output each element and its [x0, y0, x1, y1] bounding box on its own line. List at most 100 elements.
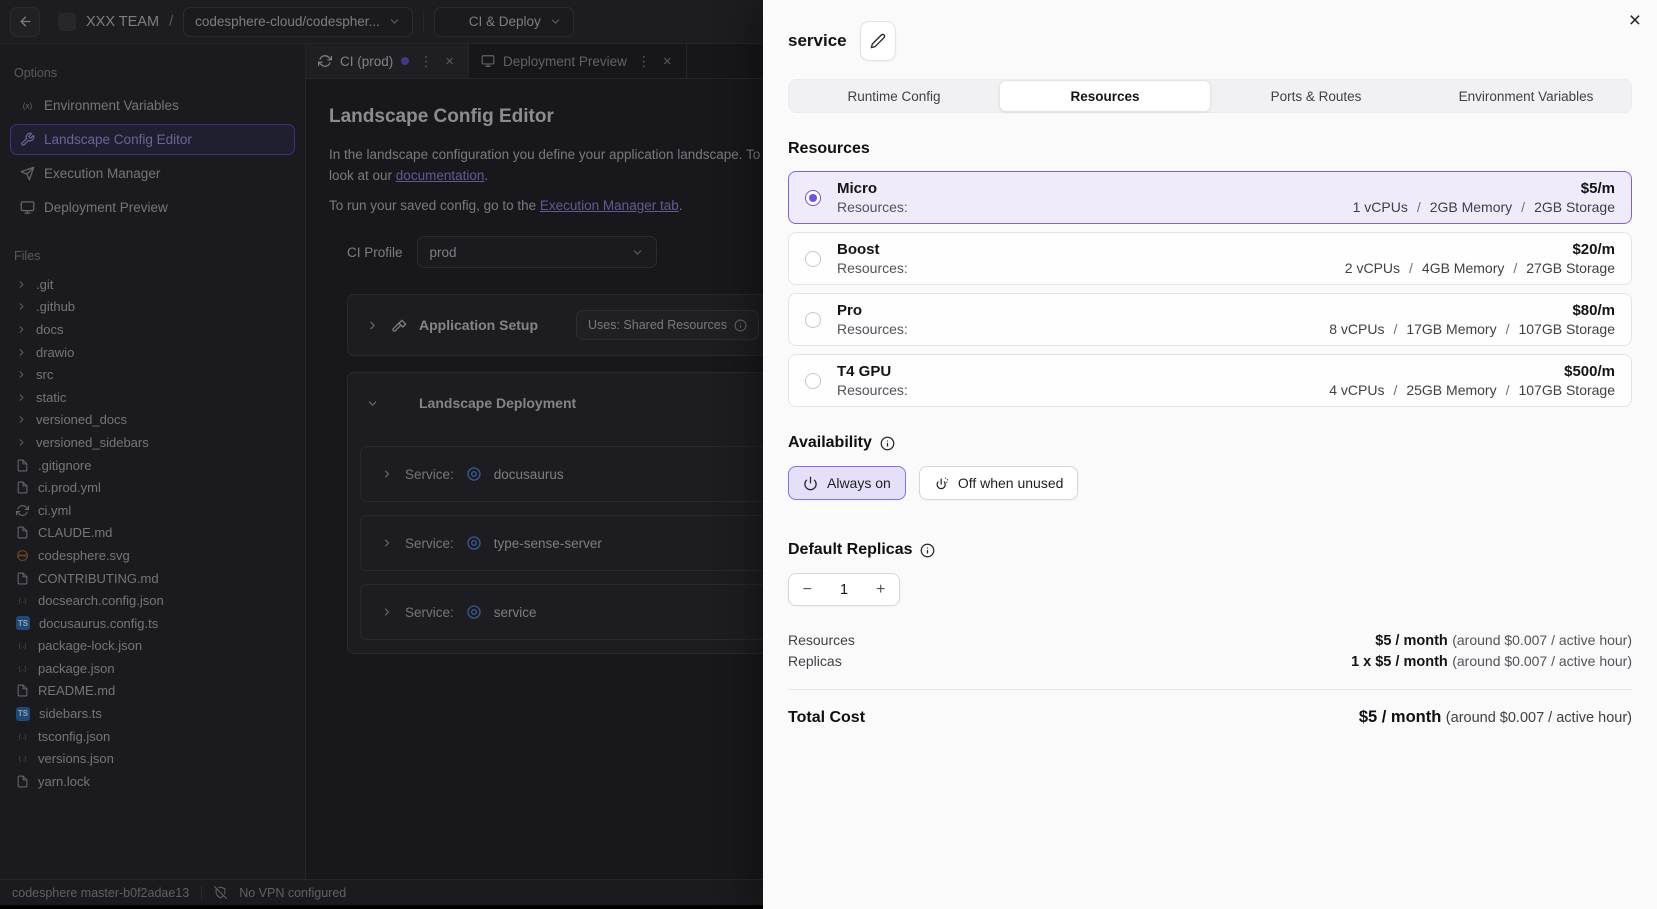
- plan-specs: 1 vCPUs/2GB Memory/2GB Storage: [1353, 199, 1615, 215]
- cost-divider: [788, 689, 1632, 690]
- plan-spec: 4 vCPUs: [1329, 382, 1384, 398]
- cost-row-label: Resources: [788, 630, 855, 650]
- availability-button-label: Always on: [827, 475, 891, 491]
- plan-info: T4 GPU Resources:: [837, 363, 908, 398]
- plan-option-pro[interactable]: ProResources:$80/m8 vCPUs/17GB Memory/10…: [788, 293, 1632, 346]
- availability-button-label: Off when unused: [958, 475, 1064, 491]
- spec-separator: /: [1408, 199, 1430, 215]
- plan-price: $500/m: [1329, 363, 1615, 380]
- close-icon: ×: [1629, 9, 1641, 32]
- pencil-icon: [870, 33, 886, 49]
- plan-specs: 2 vCPUs/4GB Memory/27GB Storage: [1345, 260, 1615, 276]
- replicas-value: 1: [826, 582, 863, 598]
- edit-name-button[interactable]: [860, 21, 896, 61]
- plan-resources-label: Resources:: [837, 321, 908, 337]
- radio-icon[interactable]: [805, 312, 821, 328]
- cost-breakdown: Resources $5 / month (around $0.007 / act…: [788, 630, 1632, 672]
- info-icon[interactable]: [920, 543, 935, 558]
- plan-name: Boost: [837, 241, 908, 258]
- plan-price: $80/m: [1329, 302, 1615, 319]
- plan-resources-label: Resources:: [837, 260, 908, 276]
- cost-row-amount: 1 x $5 / month: [1351, 654, 1448, 670]
- tab-runtime-config[interactable]: Runtime Config: [789, 80, 999, 112]
- cost-row-resources: Resources $5 / month (around $0.007 / act…: [788, 630, 1632, 651]
- total-cost-label: Total Cost: [788, 709, 865, 727]
- plan-price: $20/m: [1345, 241, 1615, 258]
- service-settings-panel: × service Runtime ConfigResourcesPorts &…: [763, 0, 1657, 909]
- replicas-heading: Default Replicas: [788, 541, 1632, 559]
- plan-option-micro[interactable]: MicroResources:$5/m1 vCPUs/2GB Memory/2G…: [788, 171, 1632, 224]
- plan-specs: 4 vCPUs/25GB Memory/107GB Storage: [1329, 382, 1615, 398]
- cost-row-value: $5 / month (around $0.007 / active hour): [1375, 630, 1632, 651]
- tab-resources[interactable]: Resources: [999, 80, 1211, 112]
- availability-heading: Availability: [788, 434, 1632, 452]
- plan-info: Micro Resources:: [837, 180, 908, 215]
- plan-info: Boost Resources:: [837, 241, 908, 276]
- radio-icon[interactable]: [805, 373, 821, 389]
- power-sleep-icon: [934, 476, 949, 491]
- availability-always-on-button[interactable]: Always on: [788, 466, 906, 500]
- service-title-row: service: [788, 0, 1632, 61]
- total-cost-value: $5 / month (around $0.007 / active hour): [1359, 708, 1632, 727]
- service-title: service: [788, 31, 847, 51]
- availability-options: Always on Off when unused: [788, 466, 1632, 500]
- plan-spec: 107GB Storage: [1518, 321, 1615, 337]
- plan-option-t4-gpu[interactable]: T4 GPUResources:$500/m4 vCPUs/25GB Memor…: [788, 354, 1632, 407]
- cost-row-value: 1 x $5 / month (around $0.007 / active h…: [1351, 651, 1632, 672]
- plan-resources-label: Resources:: [837, 199, 908, 215]
- plan-spec: 4GB Memory: [1422, 260, 1504, 276]
- settings-tab-bar: Runtime ConfigResourcesPorts & RoutesEnv…: [788, 79, 1632, 113]
- spec-separator: /: [1400, 260, 1422, 276]
- plan-resources-label: Resources:: [837, 382, 908, 398]
- plan-pricing: $500/m4 vCPUs/25GB Memory/107GB Storage: [1329, 363, 1615, 398]
- plan-option-boost[interactable]: BoostResources:$20/m2 vCPUs/4GB Memory/2…: [788, 232, 1632, 285]
- spec-separator: /: [1497, 382, 1519, 398]
- cost-row-label: Replicas: [788, 651, 842, 671]
- plan-name: Micro: [837, 180, 908, 197]
- total-cost-amount: $5 / month: [1359, 708, 1442, 726]
- spec-separator: /: [1504, 260, 1526, 276]
- spec-separator: /: [1384, 382, 1406, 398]
- radio-icon[interactable]: [805, 190, 821, 206]
- cost-row-replicas: Replicas 1 x $5 / month (around $0.007 / …: [788, 651, 1632, 672]
- cost-row-note: (around $0.007 / active hour): [1452, 632, 1632, 648]
- plan-name: Pro: [837, 302, 908, 319]
- plan-spec: 8 vCPUs: [1329, 321, 1384, 337]
- plan-spec: 2GB Memory: [1430, 199, 1512, 215]
- resources-heading: Resources: [788, 140, 1632, 158]
- plan-specs: 8 vCPUs/17GB Memory/107GB Storage: [1329, 321, 1615, 337]
- info-icon[interactable]: [880, 436, 895, 451]
- tab-ports-routes[interactable]: Ports & Routes: [1211, 80, 1421, 112]
- decrement-button[interactable]: −: [789, 581, 826, 599]
- availability-heading-label: Availability: [788, 434, 872, 452]
- replicas-heading-label: Default Replicas: [788, 541, 912, 559]
- plan-price: $5/m: [1353, 180, 1615, 197]
- cost-row-note: (around $0.007 / active hour): [1452, 653, 1632, 669]
- total-cost-note: (around $0.007 / active hour): [1446, 710, 1632, 726]
- plan-spec: 2GB Storage: [1534, 199, 1615, 215]
- close-button[interactable]: ×: [1629, 10, 1641, 31]
- plan-pricing: $80/m8 vCPUs/17GB Memory/107GB Storage: [1329, 302, 1615, 337]
- plan-spec: 1 vCPUs: [1353, 199, 1408, 215]
- availability-off-when-unused-button[interactable]: Off when unused: [919, 466, 1079, 500]
- modal-overlay[interactable]: [0, 0, 763, 909]
- spec-separator: /: [1497, 321, 1519, 337]
- plan-name: T4 GPU: [837, 363, 908, 380]
- plan-spec: 2 vCPUs: [1345, 260, 1400, 276]
- plan-spec: 25GB Memory: [1406, 382, 1496, 398]
- plan-spec: 27GB Storage: [1526, 260, 1615, 276]
- plan-spec: 107GB Storage: [1518, 382, 1615, 398]
- increment-button[interactable]: +: [862, 581, 899, 599]
- plan-spec: 17GB Memory: [1406, 321, 1496, 337]
- spec-separator: /: [1512, 199, 1534, 215]
- spec-separator: /: [1384, 321, 1406, 337]
- tab-environment-variables[interactable]: Environment Variables: [1421, 80, 1631, 112]
- plan-pricing: $20/m2 vCPUs/4GB Memory/27GB Storage: [1345, 241, 1615, 276]
- plan-pricing: $5/m1 vCPUs/2GB Memory/2GB Storage: [1353, 180, 1615, 215]
- power-icon: [803, 476, 818, 491]
- radio-icon[interactable]: [805, 251, 821, 267]
- replicas-stepper: − 1 +: [788, 573, 900, 606]
- total-cost-row: Total Cost $5 / month (around $0.007 / a…: [788, 708, 1632, 727]
- plan-info: Pro Resources:: [837, 302, 908, 337]
- plan-list: MicroResources:$5/m1 vCPUs/2GB Memory/2G…: [788, 171, 1632, 407]
